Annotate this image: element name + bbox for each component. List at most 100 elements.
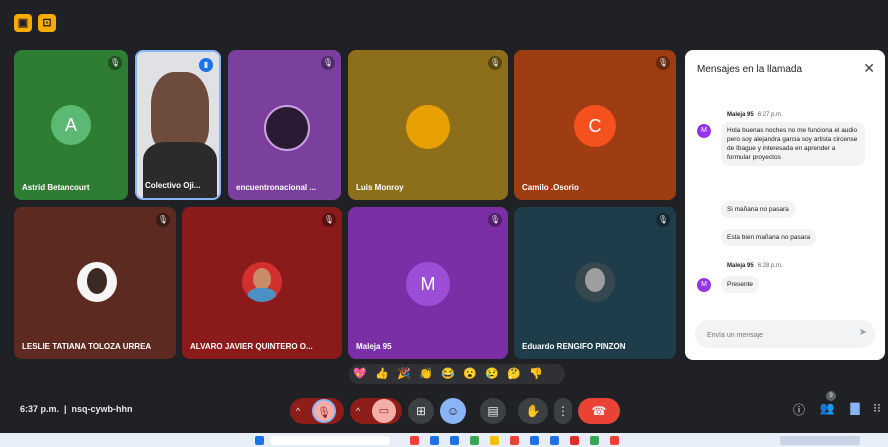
reaction-thumbs-up[interactable]: 👍: [371, 364, 393, 384]
app-icon[interactable]: [450, 436, 459, 445]
reaction-laugh[interactable]: 😂: [437, 364, 459, 384]
mic-off-icon: 🎙: [656, 213, 670, 227]
avatar: M: [697, 278, 711, 292]
participant-name: Eduardo RENGIFO PINZON: [522, 342, 626, 351]
participant-name: Astrid Betancourt: [22, 183, 90, 192]
app-icon[interactable]: [590, 436, 599, 445]
participant-name: encuentronacional ...: [236, 183, 317, 192]
participant-name: Camilo .Osorio: [522, 183, 579, 192]
system-tray[interactable]: [780, 436, 860, 445]
message-bubble: Esta bien mañana no pasara: [721, 229, 817, 246]
participant-name: Colectivo Oji...: [145, 181, 201, 190]
close-icon[interactable]: ✕: [863, 60, 875, 77]
door-icon[interactable]: ⊡: [38, 14, 56, 32]
camera-off-icon[interactable]: ▭: [372, 399, 396, 423]
participant-tile-active-speaker[interactable]: ▮ Colectivo Oji...: [135, 50, 221, 200]
mic-off-icon: 🎙: [321, 56, 335, 70]
app-icon[interactable]: [430, 436, 439, 445]
avatar: [575, 262, 615, 302]
reaction-heart[interactable]: 💖: [349, 364, 371, 384]
mic-off-icon: 🎙: [156, 213, 170, 227]
captions-icon: ▤: [487, 404, 499, 418]
people-count-badge: 9: [826, 391, 836, 401]
avatar: [406, 105, 450, 149]
reaction-sad[interactable]: 😢: [481, 364, 503, 384]
info-icon[interactable]: ⓘ: [790, 401, 808, 418]
participant-body: [143, 142, 217, 198]
message-bubble: Si mañana no pasara: [721, 201, 795, 218]
captions-button[interactable]: ▤: [480, 398, 506, 424]
participant-tile[interactable]: C 🎙 Camilo .Osorio: [514, 50, 676, 200]
participant-tile[interactable]: M 🎙 Maleja 95: [348, 207, 508, 359]
camera-toggle-button[interactable]: ^ ▭: [350, 398, 402, 424]
present-button[interactable]: ⊞: [408, 398, 434, 424]
message-sender: Maleja 95 6:28 p.m.: [727, 263, 783, 269]
top-bar: ▣ ⊡: [0, 0, 888, 44]
avatar: [264, 105, 310, 151]
reaction-clap[interactable]: 👏: [415, 364, 437, 384]
app-icon[interactable]: [610, 436, 619, 445]
mic-off-icon: 🎙: [322, 213, 336, 227]
app-icon[interactable]: [570, 436, 579, 445]
leave-call-button[interactable]: ☎: [578, 398, 620, 424]
chevron-up-icon[interactable]: ^: [356, 398, 360, 424]
mic-off-icon[interactable]: 🎙: [312, 399, 336, 423]
hand-icon: ✋: [525, 404, 541, 418]
participant-name: Luis Monroy: [356, 183, 404, 192]
people-icon: 👥: [819, 401, 835, 415]
mic-toggle-button[interactable]: ^ 🎙: [290, 398, 344, 424]
participant-tile[interactable]: 🎙 LESLIE TATIANA TOLOZA URREA: [14, 207, 176, 359]
reaction-thumbs-down[interactable]: 👎: [525, 364, 547, 384]
reaction-party[interactable]: 🎉: [393, 364, 415, 384]
participant-name: LESLIE TATIANA TOLOZA URREA: [22, 342, 152, 351]
avatar: M: [697, 124, 711, 138]
people-button[interactable]: 👥 9: [818, 391, 836, 415]
os-taskbar: [0, 433, 888, 447]
avatar: M: [406, 262, 450, 306]
mic-off-icon: 🎙: [656, 56, 670, 70]
message-bubble: Hola buenas noches no me funciona el aud…: [721, 122, 865, 166]
emoji-button[interactable]: ☺: [440, 398, 466, 424]
app-icon[interactable]: [550, 436, 559, 445]
app-icon[interactable]: [410, 436, 419, 445]
folder-icon[interactable]: ▣: [14, 14, 32, 32]
mic-off-icon: 🎙: [488, 56, 502, 70]
avatar: A: [51, 105, 91, 145]
participant-tile[interactable]: 🎙 encuentronacional ...: [228, 50, 341, 200]
chat-input[interactable]: [705, 326, 849, 344]
activities-icon[interactable]: ⁝⁝: [868, 401, 886, 415]
chat-icon[interactable]: ▇: [846, 401, 864, 415]
windows-start-icon[interactable]: [255, 436, 264, 445]
participant-tile[interactable]: 🎙 Luis Monroy: [348, 50, 508, 200]
more-options-button[interactable]: ⋮: [554, 398, 572, 424]
participant-tile[interactable]: 🎙 ALVARO JAVIER QUINTERO O...: [182, 207, 342, 359]
reaction-surprised[interactable]: 😮: [459, 364, 481, 384]
present-screen-icon: ⊞: [415, 404, 427, 418]
emoji-icon: ☺: [446, 404, 460, 418]
raise-hand-button[interactable]: ✋: [518, 398, 548, 424]
avatar: C: [574, 105, 616, 147]
control-bar: 6:37 p.m. | nsq-cywb-hhn ^ 🎙 ^ ▭ ⊞ ☺ ▤ ✋…: [0, 388, 888, 433]
participant-video: [151, 72, 209, 152]
participant-name: ALVARO JAVIER QUINTERO O...: [190, 342, 313, 351]
participant-name: Maleja 95: [356, 342, 392, 351]
send-icon[interactable]: ➤: [859, 327, 867, 338]
participant-tile[interactable]: A 🎙 Astrid Betancourt: [14, 50, 128, 200]
app-icon[interactable]: [490, 436, 499, 445]
mic-off-icon: 🎙: [108, 56, 122, 70]
mic-off-icon: 🎙: [488, 213, 502, 227]
reactions-bar: 💖 👍 🎉 👏 😂 😮 😢 🤔 👎: [349, 364, 565, 384]
meeting-info: 6:37 p.m. | nsq-cywb-hhn: [20, 404, 133, 414]
reaction-thinking[interactable]: 🤔: [503, 364, 525, 384]
search-box[interactable]: [270, 436, 390, 445]
chrome-icon[interactable]: [510, 436, 519, 445]
chat-input-box[interactable]: ➤: [695, 320, 875, 348]
app-icon[interactable]: [470, 436, 479, 445]
message-sender: Maleja 95 6:27 p.m.: [727, 112, 783, 118]
message-bubble: Presente: [721, 276, 760, 293]
app-icon[interactable]: [530, 436, 539, 445]
avatar: [77, 262, 117, 302]
chevron-up-icon[interactable]: ^: [296, 398, 300, 424]
participant-tile[interactable]: 🎙 Eduardo RENGIFO PINZON: [514, 207, 676, 359]
chat-panel: Mensajes en la llamada ✕ Maleja 95 6:27 p…: [685, 50, 885, 360]
